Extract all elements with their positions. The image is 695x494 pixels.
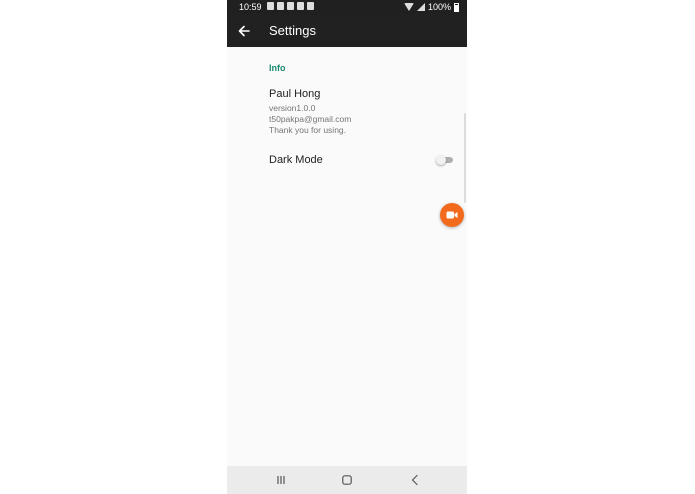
switch-thumb [436,155,446,165]
page-title: Settings [269,23,316,38]
dark-mode-switch[interactable] [436,155,453,165]
notification-icon [307,2,314,10]
dark-mode-preference[interactable]: Dark Mode [269,153,455,167]
back-chevron-icon[interactable] [409,474,421,486]
edge-panel-handle[interactable] [464,113,466,203]
info-version: version1.0.0 [269,103,316,113]
notification-icon [267,2,274,10]
status-bar: 10:59 100% [227,0,467,14]
navigation-bar [227,466,467,494]
info-message: Thank you for using. [269,125,347,135]
app-bar: Settings [227,14,467,47]
arrow-left-icon[interactable] [236,23,252,39]
notification-icon [287,2,294,10]
info-name: Paul Hong [269,88,321,100]
notification-icons [267,2,314,10]
signal-icon [416,3,425,11]
notification-icon [277,2,284,10]
battery-icon [454,2,459,12]
battery-percent: 100% [427,2,451,12]
phone-screen: 10:59 100% Settings Info Paul Hong versi… [227,0,467,494]
info-email: t50pakpa@gmail.com [269,114,352,124]
info-preference[interactable]: Paul Hong version1.0.0 t50pakpa@gmail.co… [269,88,351,136]
status-time: 10:59 [239,2,262,12]
screen-recorder-button[interactable] [440,203,464,227]
home-icon[interactable] [341,474,353,486]
recent-apps-icon[interactable] [275,474,287,486]
video-camera-icon [446,211,458,219]
section-header-info: Info [269,63,286,73]
wifi-icon [403,3,414,11]
dark-mode-label: Dark Mode [269,154,323,166]
system-status-icons: 100% [403,2,459,12]
notification-icon [297,2,304,10]
